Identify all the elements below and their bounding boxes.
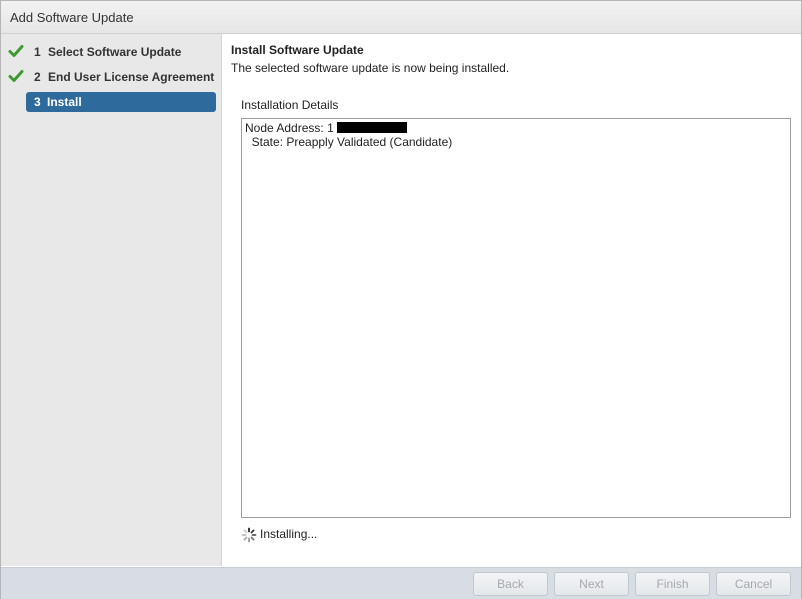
step-install[interactable]: 3 Install	[26, 92, 216, 112]
page-subtitle: The selected software update is now bein…	[231, 61, 510, 75]
dialog-title: Add Software Update	[10, 10, 134, 25]
next-button[interactable]: Next	[554, 572, 629, 596]
redacted-block	[336, 122, 407, 133]
cancel-button[interactable]: Cancel	[716, 572, 791, 596]
finish-button[interactable]: Finish	[635, 572, 710, 596]
step-label: Select Software Update	[48, 45, 182, 59]
node-address-line: Node Address: 1	[245, 121, 407, 135]
page-title: Install Software Update	[231, 43, 364, 57]
checkmark-icon	[8, 70, 24, 82]
spinner-icon	[241, 527, 257, 543]
add-software-update-dialog: Add Software Update 1 Select Software Up…	[0, 0, 802, 599]
dialog-titlebar: Add Software Update	[1, 1, 801, 34]
step-label: Install	[47, 95, 82, 109]
step-select-software-update[interactable]: 1 Select Software Update	[1, 42, 221, 62]
installation-details-label: Installation Details	[241, 98, 339, 112]
step-number: 2	[34, 70, 41, 84]
node-address-label: Node Address:	[245, 121, 324, 135]
status-text: Installing...	[260, 527, 318, 541]
install-panel: Install Software Update The selected sof…	[222, 34, 801, 566]
step-number: 1	[34, 45, 41, 59]
state-line: State: Preapply Validated (Candidate)	[245, 135, 453, 149]
step-number: 3	[34, 95, 41, 109]
checkmark-icon	[8, 45, 24, 57]
back-button[interactable]: Back	[473, 572, 548, 596]
dialog-footer: Back Next Finish Cancel	[1, 567, 801, 599]
step-end-user-license-agreement[interactable]: 2 End User License Agreement	[1, 67, 221, 87]
wizard-steps-sidebar: 1 Select Software Update 2 End User Lice…	[1, 34, 222, 566]
installation-details-box[interactable]: Node Address: 1 State: Preapply Validate…	[241, 118, 791, 518]
node-address-value: 1	[327, 121, 334, 135]
step-label: End User License Agreement	[48, 70, 215, 84]
